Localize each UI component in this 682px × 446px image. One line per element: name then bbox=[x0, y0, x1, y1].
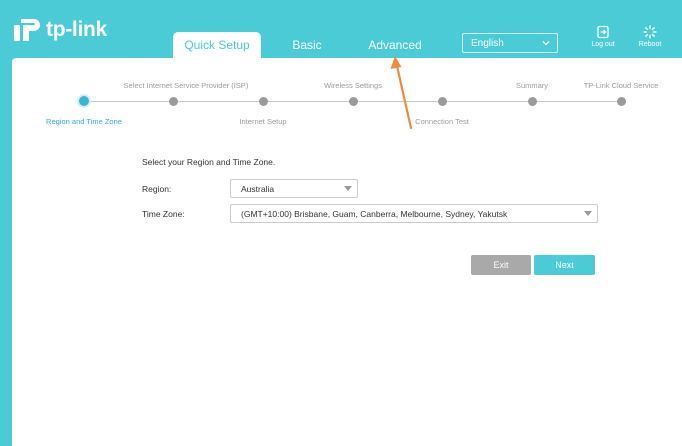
tab-quick-setup[interactable]: Quick Setup bbox=[173, 32, 261, 58]
step-dot-connection-test[interactable] bbox=[438, 97, 447, 106]
reboot-button[interactable]: Reboot bbox=[630, 25, 670, 48]
timezone-label: Time Zone: bbox=[142, 209, 185, 219]
step-label-region: Region and Time Zone bbox=[46, 117, 122, 126]
region-value: Australia bbox=[241, 183, 275, 194]
brand-name: tp-link bbox=[46, 18, 107, 41]
step-dot-internet-setup[interactable] bbox=[259, 97, 268, 106]
logout-label: Log out bbox=[591, 41, 615, 48]
dropdown-arrow-icon bbox=[584, 211, 592, 216]
reboot-icon bbox=[630, 25, 670, 39]
language-select[interactable]: English bbox=[462, 33, 558, 53]
timezone-value: (GMT+10:00) Brisbane, Guam, Canberra, Me… bbox=[241, 208, 508, 219]
logout-button[interactable]: Log out bbox=[583, 25, 623, 48]
step-label-wireless: Wireless Settings bbox=[324, 81, 382, 90]
step-dot-region[interactable] bbox=[79, 96, 89, 106]
exit-button[interactable]: Exit bbox=[471, 255, 531, 275]
language-value: English bbox=[471, 37, 504, 49]
chevron-down-icon bbox=[541, 38, 551, 48]
tab-basic[interactable]: Basic bbox=[278, 32, 336, 58]
tp-link-logo-icon bbox=[12, 15, 42, 45]
timezone-select[interactable]: (GMT+10:00) Brisbane, Guam, Canberra, Me… bbox=[230, 204, 598, 223]
logout-icon bbox=[583, 25, 623, 39]
step-label-cloud: TP-Link Cloud Service bbox=[583, 81, 659, 90]
step-label-connection-test: Connection Test bbox=[415, 117, 469, 126]
reboot-label: Reboot bbox=[638, 41, 662, 48]
dropdown-arrow-icon bbox=[344, 186, 352, 191]
tp-link-logo: tp-link bbox=[12, 15, 107, 45]
step-dot-summary[interactable] bbox=[528, 97, 537, 106]
form-title: Select your Region and Time Zone. bbox=[142, 157, 276, 167]
tab-advanced[interactable]: Advanced bbox=[356, 32, 434, 58]
region-label: Region: bbox=[142, 184, 172, 194]
region-select[interactable]: Australia bbox=[230, 179, 358, 198]
step-label-isp: Select Internet Service Provider (ISP) bbox=[123, 81, 249, 90]
step-dot-wireless[interactable] bbox=[349, 97, 358, 106]
step-dot-isp[interactable] bbox=[169, 97, 178, 106]
step-dot-cloud[interactable] bbox=[617, 97, 626, 106]
step-label-internet-setup: Internet Setup bbox=[239, 117, 287, 126]
step-label-summary: Summary bbox=[515, 81, 549, 90]
next-button[interactable]: Next bbox=[534, 255, 595, 275]
